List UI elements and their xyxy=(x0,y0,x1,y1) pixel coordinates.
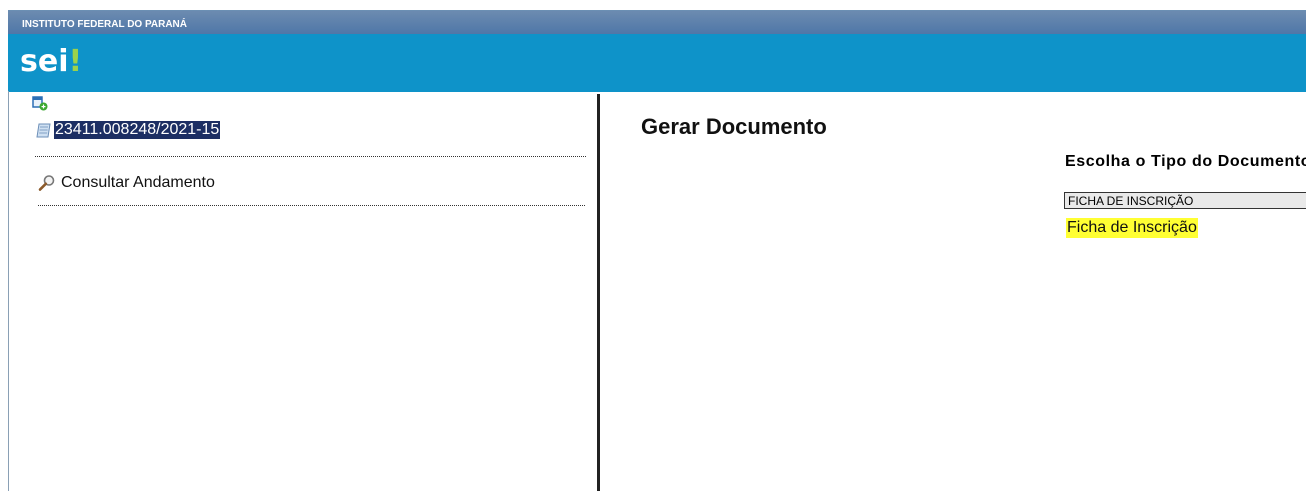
page-title: Gerar Documento xyxy=(641,114,827,139)
tree-expand-icon[interactable] xyxy=(32,95,48,111)
left-frame-border xyxy=(8,91,9,491)
logo-text: sei xyxy=(20,44,69,79)
document-type-filter-input[interactable] xyxy=(1064,192,1306,209)
process-node[interactable]: 23411.008248/2021-15 xyxy=(36,120,221,140)
tree-divider xyxy=(35,156,586,157)
document-type-label: Escolha o Tipo do Documento: xyxy=(1065,153,1306,170)
tree-divider-bottom xyxy=(38,205,585,206)
process-number[interactable]: 23411.008248/2021-15 xyxy=(54,121,221,139)
sei-logo[interactable]: sei! xyxy=(20,47,82,77)
organization-bar: INSTITUTO FEDERAL DO PARANÁ xyxy=(8,11,1306,34)
consult-progress-link[interactable]: Consultar Andamento xyxy=(38,172,215,194)
consult-progress-label: Consultar Andamento xyxy=(61,174,215,191)
logo-mark: ! xyxy=(68,44,83,79)
magnifier-icon xyxy=(38,175,55,191)
process-document-icon xyxy=(36,123,51,137)
browser-top-strip xyxy=(0,0,1306,10)
app-header: INSTITUTO FEDERAL DO PARANÁ sei! xyxy=(8,10,1306,92)
organization-name: INSTITUTO FEDERAL DO PARANÁ xyxy=(22,19,188,30)
document-type-option[interactable]: Ficha de Inscrição xyxy=(1066,218,1198,238)
process-tree-panel: 23411.008248/2021-15 Consultar Andamento xyxy=(10,93,595,491)
main-content: Gerar Documento Escolha o Tipo do Docume… xyxy=(600,91,1306,491)
